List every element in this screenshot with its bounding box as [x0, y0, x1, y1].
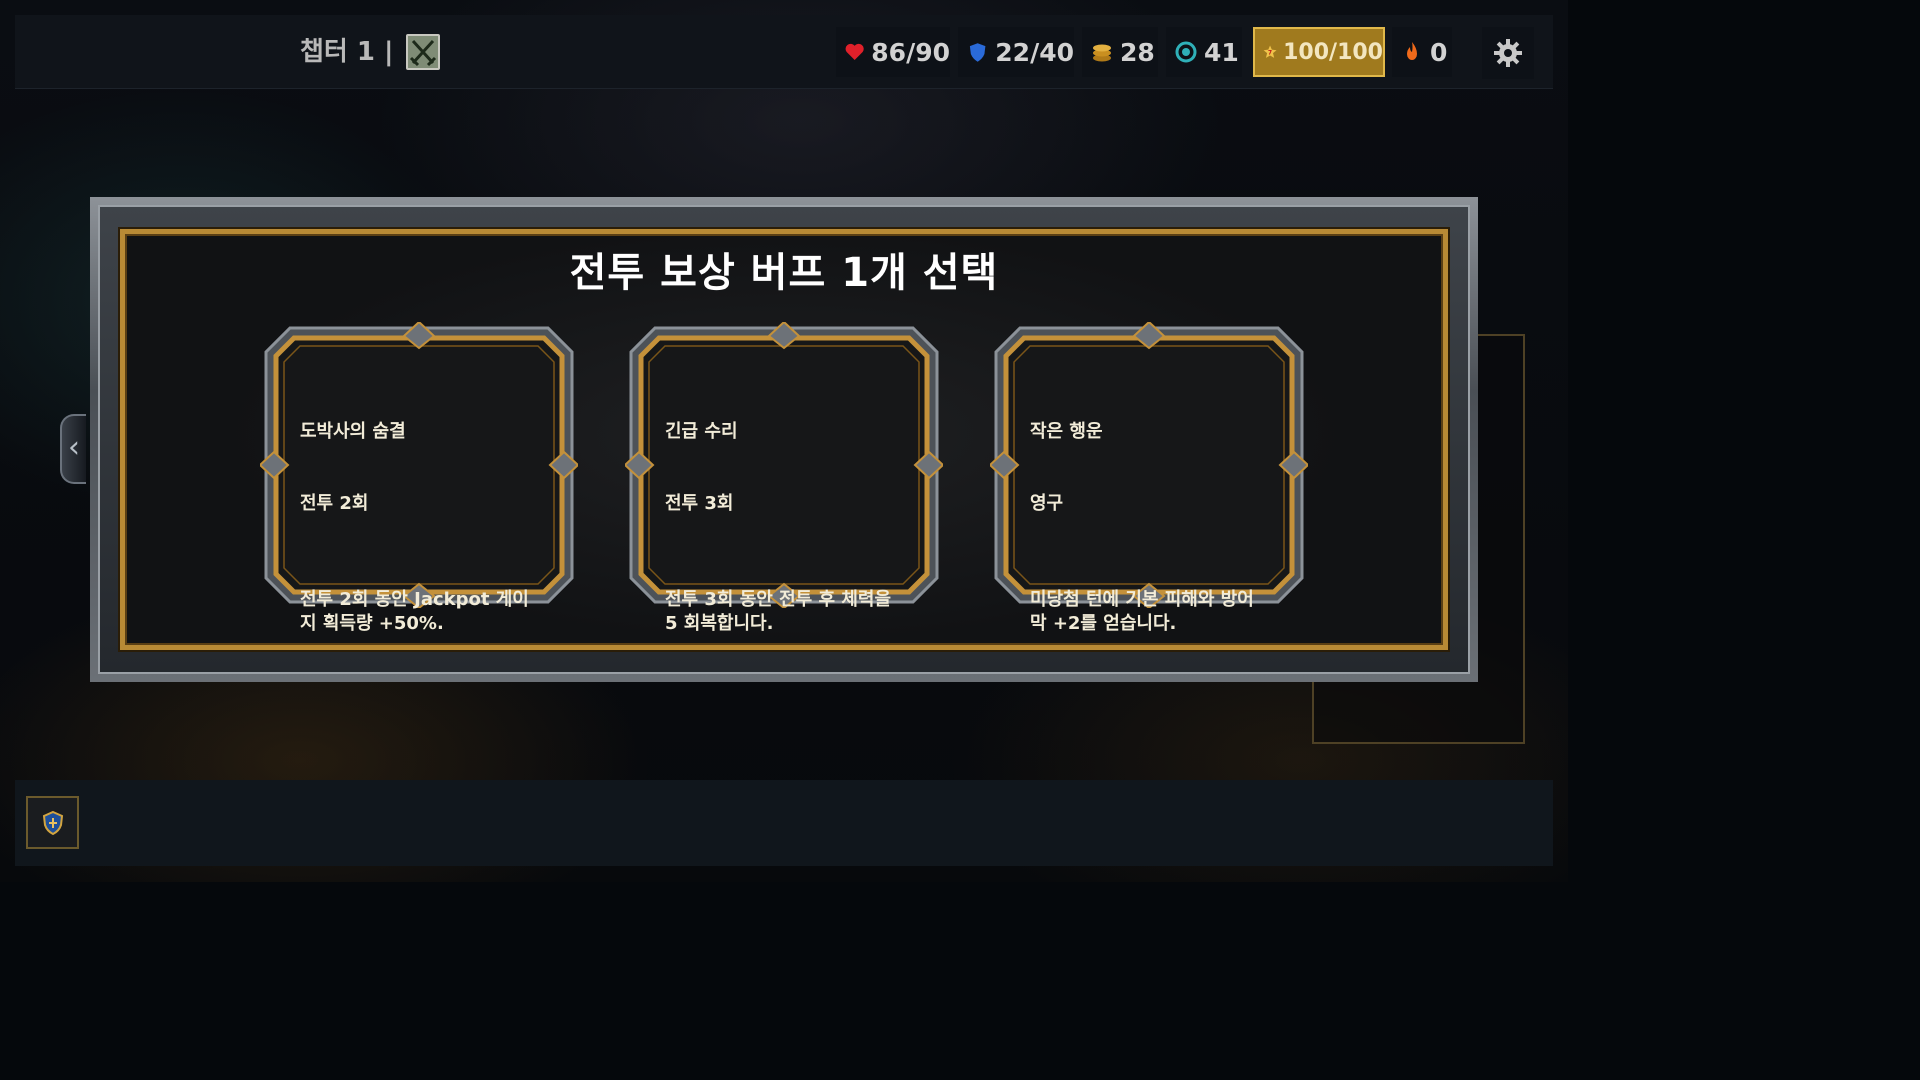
gold-value: 28: [1120, 37, 1155, 67]
jackpot-value: 100/100: [1283, 39, 1383, 65]
flame-icon: [1407, 42, 1417, 60]
hp-value: 86/90: [871, 37, 950, 67]
fire-value: 0: [1430, 37, 1448, 67]
crossed-swords-icon[interactable]: [406, 34, 440, 70]
buff-name: 긴급 수리: [665, 421, 738, 442]
chips-value: 41: [1204, 37, 1239, 67]
card-text: 작은 행운 영구 미당첨 턴에 기본 피해와 방어막 +2를 얻습니다.: [1030, 372, 1262, 684]
buff-description: 전투 2회 동안 Jackpot 게이지 획득량 +50%.: [300, 589, 529, 634]
buff-duration: 전투 3회: [665, 493, 734, 514]
buff-duration: 전투 2회: [300, 493, 369, 514]
hp-stat: 86/90: [836, 27, 950, 77]
fire-stat: 0: [1392, 27, 1452, 77]
chapter-label: 챕터 1 |: [300, 37, 394, 67]
buff-name: 도박사의 숨결: [300, 421, 406, 442]
chip-icon: [1175, 41, 1197, 63]
settings-button[interactable]: [1482, 27, 1534, 79]
svg-text:7: 7: [1268, 50, 1272, 56]
jackpot-gauge: 7 100/100: [1253, 27, 1385, 77]
heart-icon: [845, 43, 864, 60]
card-text: 도박사의 숨결 전투 2회 전투 2회 동안 Jackpot 게이지 획득량 +…: [300, 372, 532, 684]
modal-title: 전투 보상 버프 1개 선택: [569, 250, 999, 296]
chips-stat: 41: [1166, 27, 1242, 77]
item-slot[interactable]: [26, 796, 79, 849]
shield-value: 22/40: [995, 37, 1074, 67]
card-text: 긴급 수리 전투 3회 전투 3회 동안 전투 후 체력을 5 회복합니다.: [665, 372, 897, 684]
buff-duration: 영구: [1030, 493, 1064, 514]
buff-card-small-luck[interactable]: 작은 행운 영구 미당첨 턴에 기본 피해와 방어막 +2를 얻습니다.: [990, 322, 1308, 634]
slot-seven-icon: 7: [1263, 45, 1277, 58]
buff-card-emergency-repair[interactable]: 긴급 수리 전투 3회 전투 3회 동안 전투 후 체력을 5 회복합니다.: [625, 322, 943, 634]
gear-icon: [1494, 39, 1522, 67]
shield-stat: 22/40: [958, 27, 1074, 77]
buff-description: 미당첨 턴에 기본 피해와 방어막 +2를 얻습니다.: [1030, 589, 1254, 634]
shield-icon: [969, 43, 986, 62]
buff-description: 전투 3회 동안 전투 후 체력을 5 회복합니다.: [665, 589, 898, 634]
coin-stack-icon: [1093, 44, 1111, 62]
left-arrow-button[interactable]: ‹: [60, 414, 86, 484]
bottom-bar: [15, 780, 1553, 866]
buff-card-gamblers-breath[interactable]: 도박사의 숨결 전투 2회 전투 2회 동안 Jackpot 게이지 획득량 +…: [260, 322, 578, 634]
buff-name: 작은 행운: [1030, 421, 1103, 442]
gold-stat: 28: [1082, 27, 1158, 77]
shield-potion-icon: [42, 810, 63, 835]
